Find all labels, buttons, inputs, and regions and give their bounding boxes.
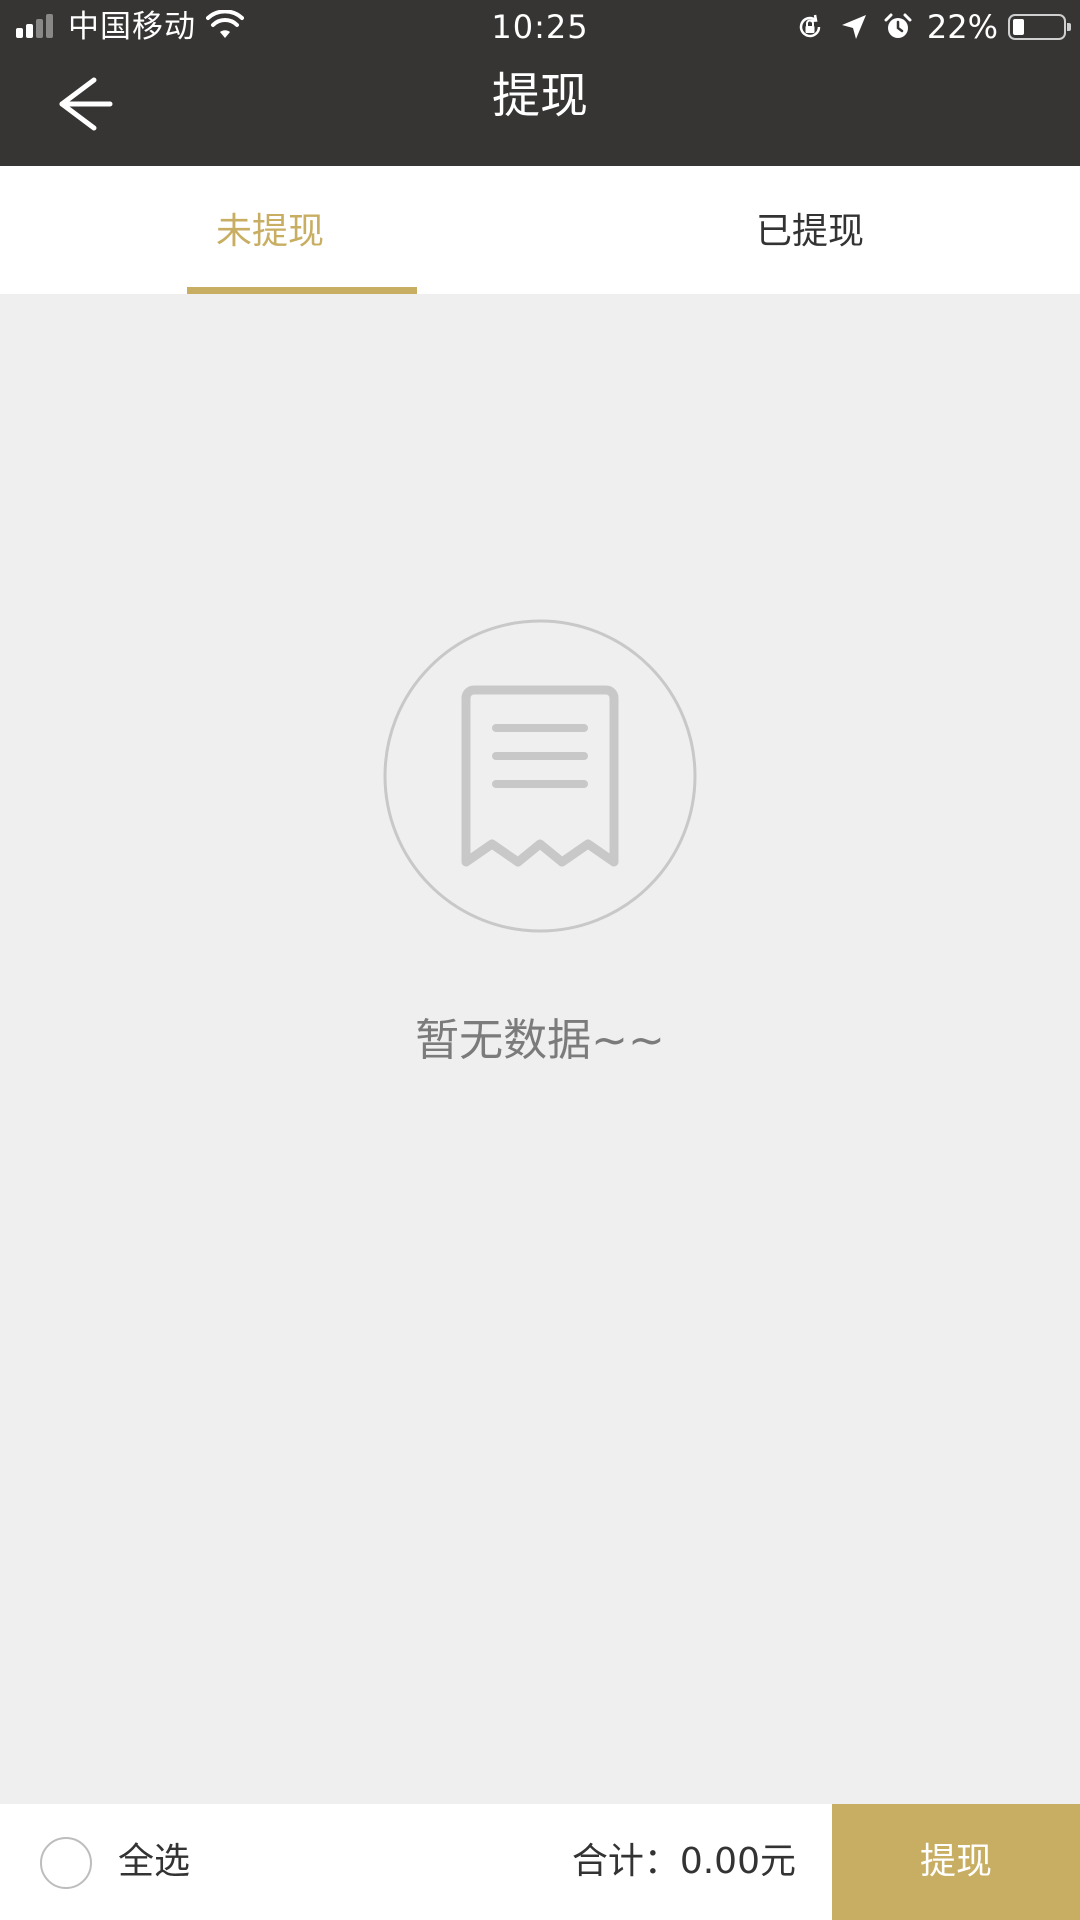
status-right: 22% [795,8,1071,46]
location-icon [841,15,866,39]
battery-level [1013,19,1024,35]
select-all-radio[interactable] [40,1837,92,1889]
total-label: 合计： [571,1841,680,1882]
rotation-lock-icon [799,14,821,38]
tab-bar: 未提现 已提现 [0,166,1080,294]
total-amount: 合计：0.00元 [572,1804,796,1920]
tab-label: 未提现 [215,211,324,252]
total-value: 0.00元 [679,1841,796,1882]
withdraw-button[interactable]: 提现 [832,1804,1080,1920]
receipt-icon [383,619,697,933]
tab-withdrawn[interactable]: 已提现 [540,166,1080,294]
page-title: 提现 [491,68,588,124]
screen: 中国移动 10:25 22% 提现 未提现 已提现 暂无数据~~ 全选 合计：0… [0,0,1080,1920]
tab-unwithdrawn[interactable]: 未提现 [0,166,540,294]
tab-label: 已提现 [755,211,864,252]
battery-percent: 22% [926,8,998,46]
footer-bar: 全选 合计：0.00元 提现 [0,1804,1080,1920]
alarm-icon [884,13,912,38]
status-bar: 中国移动 10:25 22% [0,0,1080,54]
battery-icon [1008,14,1071,40]
header: 中国移动 10:25 22% 提现 [0,0,1080,166]
active-tab-indicator [187,287,417,294]
empty-message: 暂无数据~~ [415,1015,665,1066]
select-all-label[interactable]: 全选 [118,1804,190,1920]
